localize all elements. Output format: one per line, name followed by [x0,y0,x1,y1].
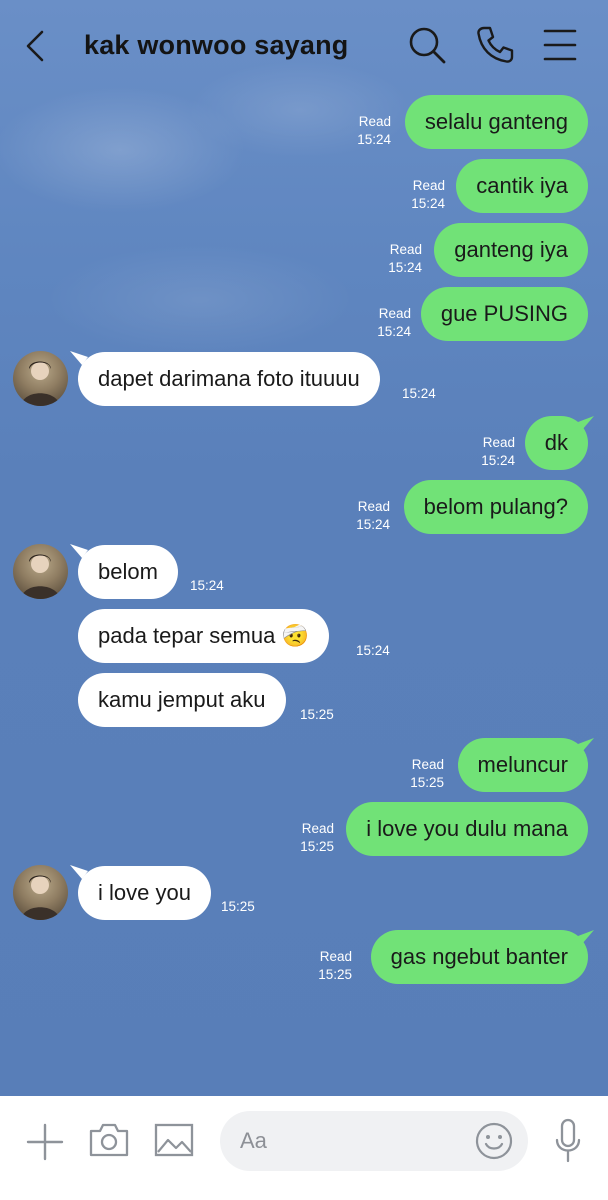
incoming-message[interactable]: pada tepar semua 🤕 [78,609,329,663]
incoming-message[interactable]: i love you [78,866,211,920]
incoming-message[interactable]: kamu jemput aku [78,673,286,727]
message-status: Read 15:24 [481,435,515,468]
chat-header: kak wonwoo sayang [0,0,608,92]
outgoing-message[interactable]: meluncur [457,738,588,792]
chat-screen: kak wonwoo sayang Read 15:24 selalu gante… [0,0,608,1200]
message-time: 15:24 [402,386,436,401]
message-status: Read 15:24 [411,178,445,211]
message-status: Read 15:25 [300,821,334,854]
outgoing-message[interactable]: gue PUSING [420,287,588,341]
bubble-tail [578,416,594,430]
message-status: Read 15:25 [410,757,444,790]
message-time: 15:25 [300,707,334,722]
message-time: 15:24 [356,643,390,658]
outgoing-message[interactable]: gas ngebut banter [370,930,588,984]
incoming-message[interactable]: dapet darimana foto ituuuu [78,352,380,406]
message-status: Read 15:25 [318,949,352,982]
message-time: 15:24 [190,578,224,593]
outgoing-message[interactable]: ganteng iya [434,223,588,277]
menu-icon[interactable] [540,24,582,66]
emoji-icon[interactable] [475,1122,513,1160]
outgoing-message[interactable]: i love you dulu mana [346,802,588,856]
bubble-tail [578,930,594,944]
contact-avatar[interactable] [13,865,68,920]
outgoing-message[interactable]: cantik iya [456,159,588,213]
message-status: Read 15:24 [377,306,411,339]
message-status: Read 15:24 [357,114,391,147]
bubble-tail [578,738,594,752]
contact-avatar[interactable] [13,351,68,406]
message-time: 15:25 [221,899,255,914]
contact-avatar[interactable] [13,544,68,599]
message-input-placeholder: Aa [240,1128,267,1153]
incoming-message[interactable]: belom [78,545,178,599]
phone-icon[interactable] [474,24,516,66]
microphone-icon[interactable] [554,1118,582,1164]
message-status: Read 15:24 [388,242,422,275]
outgoing-message[interactable]: selalu ganteng [404,95,588,149]
chat-title: kak wonwoo sayang [84,30,349,60]
outgoing-message[interactable]: belom pulang? [403,480,588,534]
search-icon[interactable] [406,24,448,66]
plus-icon[interactable] [26,1123,64,1161]
back-arrow-icon[interactable] [18,28,54,64]
message-input[interactable]: Aa [220,1111,528,1171]
image-icon[interactable] [154,1123,194,1157]
camera-icon[interactable] [88,1122,130,1158]
message-status: Read 15:24 [356,499,390,532]
input-bar: Aa [0,1096,608,1200]
